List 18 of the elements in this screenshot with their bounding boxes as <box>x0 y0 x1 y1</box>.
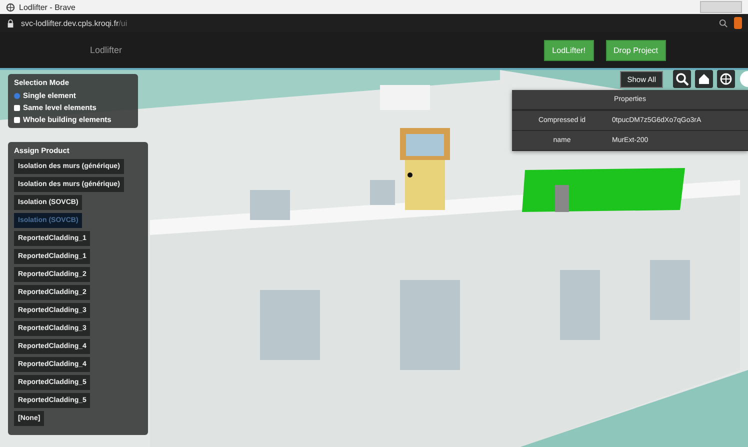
home-icon[interactable] <box>695 70 713 88</box>
window-title: Lodlifter - Brave <box>19 2 76 12</box>
radio-button[interactable] <box>14 92 20 98</box>
globe-icon[interactable] <box>717 70 735 88</box>
search-icon[interactable] <box>719 18 728 28</box>
radio-button[interactable] <box>14 104 20 110</box>
window <box>560 270 600 340</box>
window <box>250 190 290 220</box>
window <box>260 290 320 360</box>
radio-button[interactable] <box>14 116 20 122</box>
url-text[interactable]: svc-lodlifter.dev.cpls.kroqi.fr/ui <box>21 18 128 28</box>
globe-icon <box>6 2 15 12</box>
lock-icon <box>6 18 15 28</box>
search-icon[interactable] <box>673 70 691 88</box>
shield-icon[interactable] <box>734 17 742 29</box>
window <box>650 260 690 320</box>
window <box>370 180 395 205</box>
app-title: Lodlifter <box>90 45 122 55</box>
